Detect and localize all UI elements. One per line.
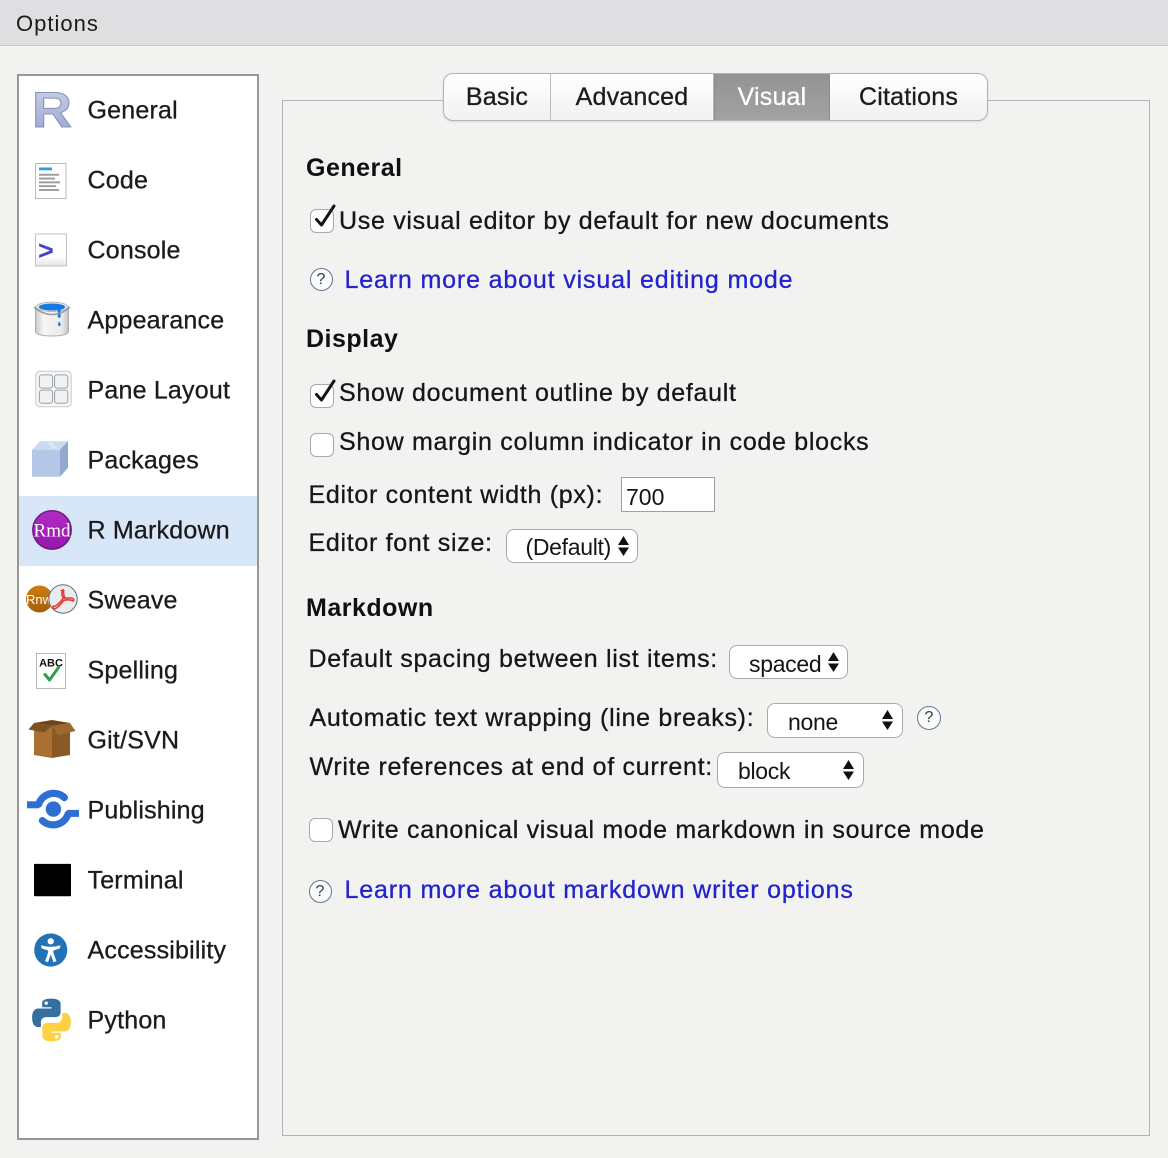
svg-text:Rmd: Rmd: [34, 521, 71, 542]
svg-text:R: R: [32, 90, 72, 128]
svg-text:>: >: [38, 236, 54, 266]
